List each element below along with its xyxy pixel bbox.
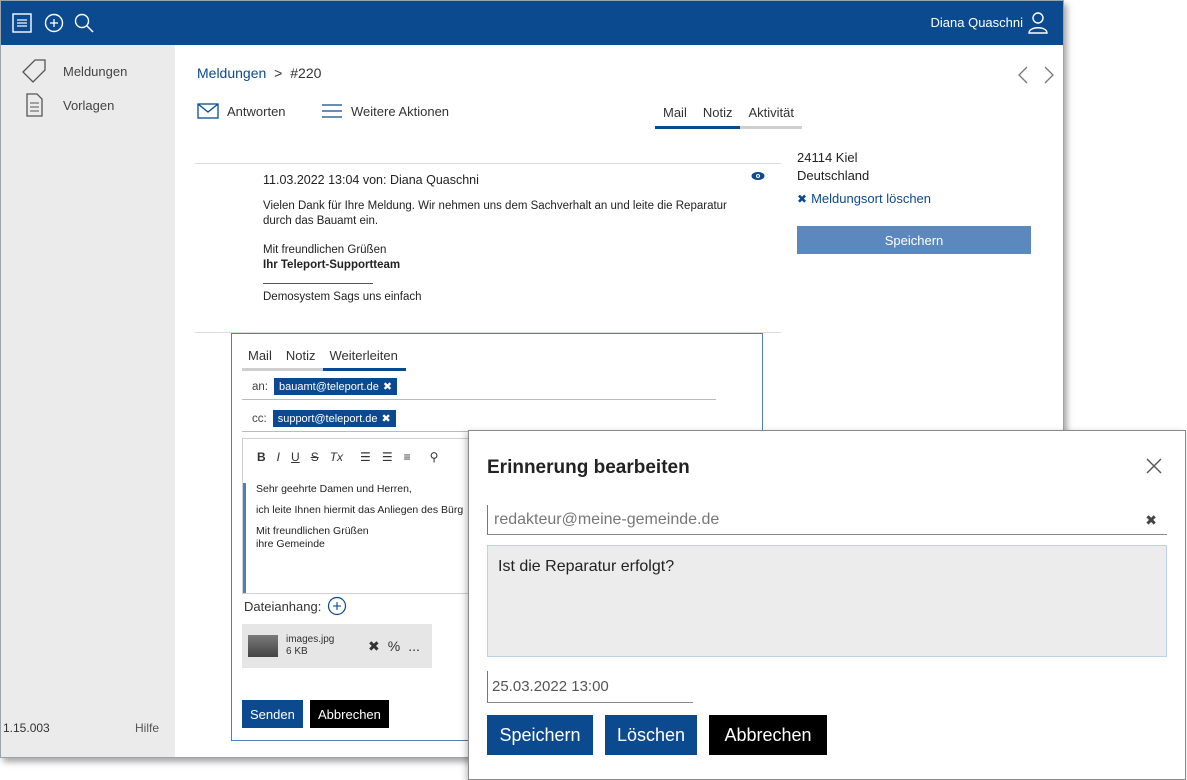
signature-divider — [263, 283, 373, 284]
link-icon[interactable]: % — [388, 638, 400, 655]
cc-field[interactable]: cc: support@teleport.de ✖ — [242, 406, 716, 432]
email-field[interactable]: redakteur@meine-gemeinde.de ✖ — [487, 505, 1167, 535]
underline-icon[interactable]: U — [291, 450, 300, 464]
more-actions-button[interactable]: Weitere Aktionen — [321, 103, 449, 119]
close-icon[interactable]: ✖ — [382, 412, 391, 425]
ordered-list-icon[interactable]: ☰ — [360, 450, 371, 464]
close-icon[interactable]: ✖ — [383, 380, 392, 393]
compose-tabs: Mail Notiz Weiterleiten — [242, 346, 406, 371]
recipient-chip[interactable]: bauamt@teleport.de ✖ — [274, 378, 398, 395]
view-tabs: Mail Notiz Aktivität — [655, 103, 802, 129]
save-button[interactable]: Speichern — [487, 715, 593, 755]
breadcrumb: Meldungen > #220 — [197, 65, 321, 81]
message-team: Ihr Teleport-Supportteam — [263, 259, 401, 271]
reminder-dialog: Erinnerung bearbeiten redakteur@meine-ge… — [468, 430, 1186, 780]
message-footer: Demosystem Sags uns einfach — [263, 291, 422, 303]
user-icon[interactable] — [1027, 11, 1049, 35]
sidebar: Meldungen Vorlagen 1.15.003 Hilfe — [1, 45, 175, 757]
record-nav — [1017, 65, 1055, 85]
tag-icon — [22, 59, 46, 83]
search-icon[interactable] — [73, 12, 95, 34]
attachment-size: 6 KB — [286, 646, 308, 657]
help-link[interactable]: Hilfe — [135, 721, 159, 735]
date-field[interactable]: 25.03.2022 13:00 — [487, 671, 693, 703]
message-greeting: Mit freundlichen Grüßen — [263, 244, 387, 256]
breadcrumb-parent[interactable]: Meldungen — [197, 65, 266, 81]
close-icon[interactable]: ✖ — [368, 638, 380, 655]
sidebar-item-vorlagen[interactable]: Vorlagen — [19, 93, 114, 117]
attachment-actions: ✖ % ... — [368, 638, 420, 655]
save-location-button[interactable]: Speichern — [797, 226, 1031, 254]
to-label: an: — [252, 380, 268, 393]
chevron-right-icon[interactable] — [1043, 65, 1055, 85]
attachment-thumbnail — [248, 635, 278, 657]
chip-label: bauamt@teleport.de — [279, 380, 379, 393]
attachment-item: images.jpg 6 KB ✖ % ... — [242, 624, 432, 668]
tab-aktivitaet[interactable]: Aktivität — [740, 103, 802, 129]
compose-tab-mail[interactable]: Mail — [242, 346, 280, 371]
delete-button[interactable]: Löschen — [605, 715, 697, 755]
more-icon[interactable]: ... — [408, 638, 420, 655]
version-label: 1.15.003 — [3, 721, 50, 735]
location-city: 24114 Kiel — [797, 150, 858, 165]
cc-label: cc: — [252, 412, 267, 425]
attachment-info: images.jpg 6 KB — [286, 634, 334, 658]
cc-chip[interactable]: support@teleport.de ✖ — [272, 410, 396, 427]
align-icon[interactable]: ≡ — [404, 450, 411, 464]
close-icon[interactable] — [1145, 457, 1163, 475]
email-value: redakteur@meine-gemeinde.de — [494, 510, 720, 528]
more-actions-label: Weitere Aktionen — [351, 103, 450, 119]
strikethrough-icon[interactable]: S — [311, 450, 319, 464]
to-field[interactable]: an: bauamt@teleport.de ✖ — [242, 374, 716, 400]
chip-label: support@teleport.de — [277, 412, 378, 425]
sidebar-item-label: Vorlagen — [63, 97, 115, 113]
breadcrumb-separator: > — [274, 65, 283, 81]
document-icon — [26, 93, 43, 117]
breadcrumb-current: #220 — [290, 65, 322, 81]
close-icon: ✖ — [797, 191, 808, 206]
message-header: 11.03.2022 13:04 von: Diana Quaschni — [263, 173, 479, 187]
eye-icon[interactable] — [751, 171, 765, 181]
tab-mail[interactable]: Mail — [655, 103, 695, 129]
menu-lines-icon — [322, 104, 342, 118]
cancel-button[interactable]: Abbrechen — [310, 700, 389, 728]
chevron-left-icon[interactable] — [1017, 65, 1029, 85]
link-icon[interactable]: ⚲ — [430, 450, 439, 464]
attachment-section: Dateianhang: — [244, 596, 347, 616]
italic-icon[interactable]: I — [277, 450, 280, 464]
reply-button[interactable]: Antworten — [197, 103, 286, 119]
attachment-label: Dateianhang: — [244, 598, 322, 614]
send-button[interactable]: Senden — [242, 700, 303, 728]
delete-location-link[interactable]: ✖ Meldungsort löschen — [797, 191, 1033, 206]
compose-tab-weiterleiten[interactable]: Weiterleiten — [323, 346, 406, 371]
clear-format-icon[interactable]: Tx — [330, 450, 343, 464]
message-entry: 11.03.2022 13:04 von: Diana Quaschni Vie… — [263, 173, 753, 305]
message-body-line: Vielen Dank für Ihre Meldung. Wir nehmen… — [263, 200, 727, 212]
location-country: Deutschland — [797, 168, 870, 183]
tab-notiz[interactable]: Notiz — [694, 103, 741, 129]
sidebar-item-meldungen[interactable]: Meldungen — [19, 59, 127, 83]
message-body-line: durch das Bauamt ein. — [263, 215, 379, 227]
reminder-text-area[interactable]: Ist die Reparatur erfolgt? — [487, 545, 1167, 657]
delete-location-label: Meldungsort löschen — [811, 191, 932, 206]
reply-label: Antworten — [227, 103, 286, 119]
bold-icon[interactable]: B — [257, 450, 266, 464]
divider — [195, 163, 781, 164]
unordered-list-icon[interactable]: ☰ — [382, 450, 393, 464]
user-name[interactable]: Diana Quaschni — [931, 15, 1024, 30]
plus-circle-icon[interactable] — [327, 596, 347, 616]
sidebar-item-label: Meldungen — [63, 63, 128, 79]
attachment-name: images.jpg — [286, 634, 335, 645]
dialog-title: Erinnerung bearbeiten — [487, 457, 690, 478]
plus-circle-icon[interactable] — [43, 12, 65, 34]
clear-icon[interactable]: ✖ — [1145, 512, 1157, 529]
compose-tab-notiz[interactable]: Notiz — [279, 346, 324, 371]
location-panel: 24114 Kiel Deutschland ✖ Meldungsort lös… — [797, 149, 1033, 254]
cancel-button[interactable]: Abbrechen — [709, 715, 827, 755]
top-bar: Diana Quaschni — [1, 1, 1063, 45]
list-icon[interactable] — [11, 12, 33, 34]
envelope-icon — [197, 103, 219, 119]
